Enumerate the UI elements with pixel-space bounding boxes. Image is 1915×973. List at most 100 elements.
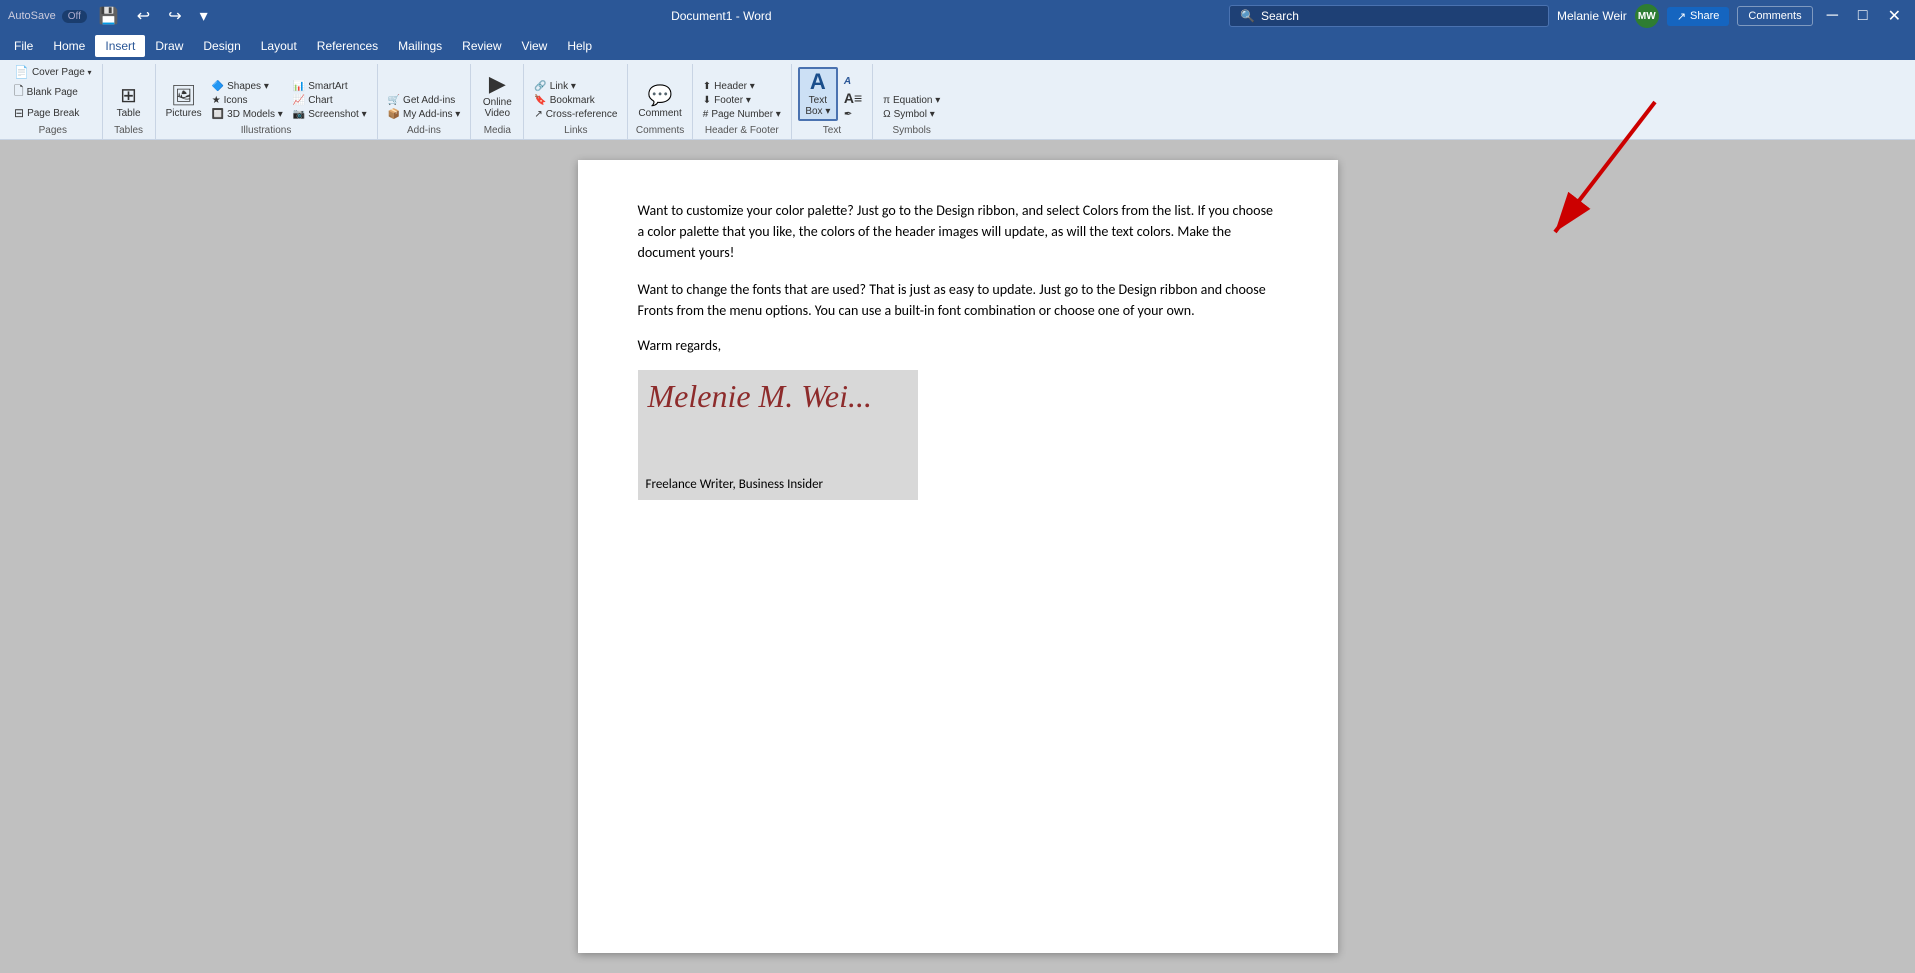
menu-bar: File Home Insert Draw Design Layout Refe… — [0, 32, 1915, 60]
addins-small-group: 🛒 Get Add-ins 📦 My Add-ins ▾ — [384, 94, 465, 121]
cross-reference-button[interactable]: ↗ Cross-reference — [530, 108, 621, 121]
ribbon-group-text: A TextBox ▾ A A≡ ✒ Text — [792, 64, 873, 139]
page-break-button[interactable]: ⊟ Page Break — [10, 105, 96, 121]
illustrations-small-group: 🔷 Shapes ▾ ★ Icons 🔲 3D Models ▾ — [208, 80, 287, 121]
paragraph-1[interactable]: Want to customize your color palette? Ju… — [638, 200, 1278, 263]
page-number-button[interactable]: # Page Number ▾ — [699, 108, 785, 121]
chart-icon: 📈 — [293, 95, 305, 106]
pictures-button[interactable]: 🖼 Pictures — [162, 84, 206, 121]
online-video-button[interactable]: ▶ OnlineVideo — [477, 71, 517, 121]
comment-button[interactable]: 💬 Comment — [634, 84, 685, 121]
header-footer-small-group: ⬆ Header ▾ ⬇ Footer ▾ # Page Number ▾ — [699, 80, 785, 121]
footer-button[interactable]: ⬇ Footer ▾ — [699, 94, 785, 107]
pictures-label: Pictures — [166, 108, 202, 119]
drop-cap-icon: A≡ — [844, 90, 862, 106]
redo-button[interactable]: ↪ — [162, 6, 187, 26]
blank-page-button[interactable]: 🗋 Blank Page — [10, 81, 96, 104]
customize-toolbar-button[interactable]: ▾ — [194, 6, 214, 26]
online-video-icon: ▶ — [489, 73, 506, 95]
equation-button[interactable]: π Equation ▾ — [879, 94, 944, 107]
paragraph-2[interactable]: Want to change the fonts that are used? … — [638, 279, 1278, 321]
autosave-toggle[interactable]: Off — [62, 10, 87, 23]
maximize-button[interactable]: □ — [1852, 7, 1874, 25]
signature-line-button[interactable]: ✒ — [840, 108, 866, 121]
doc-title: Document1 - Word — [671, 9, 771, 23]
smartart-button[interactable]: 📊 SmartArt — [289, 80, 371, 93]
title-bar-center: Document1 - Word — [222, 9, 1221, 23]
drop-cap-button[interactable]: A≡ — [840, 89, 866, 107]
menu-draw[interactable]: Draw — [145, 35, 193, 57]
addins-group-label: Add-ins — [384, 123, 465, 139]
menu-view[interactable]: View — [512, 35, 558, 57]
screenshot-button[interactable]: 📷 Screenshot ▾ — [289, 108, 371, 121]
comments-buttons: 💬 Comment — [634, 64, 685, 123]
bookmark-icon: 🔖 — [534, 95, 546, 106]
title-bar-right: Melanie Weir MW ↗ Share Comments ─ □ ✕ — [1557, 4, 1907, 28]
header-label: Header ▾ — [714, 81, 755, 92]
media-group-label: Media — [477, 123, 517, 139]
comments-button[interactable]: Comments — [1737, 6, 1812, 26]
undo-button[interactable]: ↩ — [131, 6, 156, 26]
page-break-icon: ⊟ — [14, 106, 24, 120]
word-art-icon: A — [844, 76, 851, 87]
bookmark-label: Bookmark — [550, 95, 595, 106]
share-button[interactable]: ↗ Share — [1667, 7, 1730, 26]
close-button[interactable]: ✕ — [1882, 6, 1907, 26]
user-avatar: MW — [1635, 4, 1659, 28]
user-initials: MW — [1638, 11, 1656, 22]
text-box-button[interactable]: A TextBox ▾ — [798, 67, 838, 121]
menu-file[interactable]: File — [4, 35, 43, 57]
get-addins-label: Get Add-ins — [403, 95, 455, 106]
text-small-group: A A≡ ✒ — [840, 75, 866, 121]
menu-insert[interactable]: Insert — [95, 35, 145, 57]
signature-title: Freelance Writer, Business Insider — [646, 477, 824, 492]
autosave-label: AutoSave — [8, 10, 56, 22]
symbol-button[interactable]: Ω Symbol ▾ — [879, 108, 944, 121]
menu-references[interactable]: References — [307, 35, 388, 57]
menu-help[interactable]: Help — [557, 35, 602, 57]
title-bar-left: AutoSave Off 💾 ↩ ↪ ▾ — [8, 6, 214, 26]
share-icon: ↗ — [1677, 10, 1686, 23]
3d-models-button[interactable]: 🔲 3D Models ▾ — [208, 108, 287, 121]
symbols-buttons: π Equation ▾ Ω Symbol ▾ — [879, 64, 944, 123]
cross-reference-label: Cross-reference — [546, 109, 618, 120]
3d-models-icon: 🔲 — [212, 109, 224, 120]
text-group-label: Text — [798, 123, 866, 139]
user-name: Melanie Weir — [1557, 9, 1627, 23]
menu-layout[interactable]: Layout — [251, 35, 307, 57]
blank-page-label: Blank Page — [27, 87, 78, 98]
page-number-icon: # — [703, 109, 709, 120]
menu-mailings[interactable]: Mailings — [388, 35, 452, 57]
icons-button[interactable]: ★ Icons — [208, 94, 287, 107]
comments-label: Comments — [1748, 10, 1801, 22]
menu-design[interactable]: Design — [193, 35, 250, 57]
symbols-small-group: π Equation ▾ Ω Symbol ▾ — [879, 94, 944, 121]
my-addins-button[interactable]: 📦 My Add-ins ▾ — [384, 108, 465, 121]
cover-page-button[interactable]: 📄 Cover Page ▾ — [10, 64, 96, 80]
3d-models-label: 3D Models ▾ — [227, 109, 283, 120]
header-footer-buttons: ⬆ Header ▾ ⬇ Footer ▾ # Page Number ▾ — [699, 64, 785, 123]
save-button[interactable]: 💾 — [93, 6, 125, 26]
table-button[interactable]: ⊞ Table — [109, 84, 149, 121]
chart-button[interactable]: 📈 Chart — [289, 94, 371, 107]
get-addins-button[interactable]: 🛒 Get Add-ins — [384, 94, 465, 107]
link-button[interactable]: 🔗 Link ▾ — [530, 80, 621, 93]
ribbon-group-tables: ⊞ Table Tables — [103, 64, 156, 139]
closing-text[interactable]: Warm regards, — [638, 337, 1278, 354]
text-buttons: A TextBox ▾ A A≡ ✒ — [798, 64, 866, 123]
menu-review[interactable]: Review — [452, 35, 511, 57]
shapes-button[interactable]: 🔷 Shapes ▾ — [208, 80, 287, 93]
text-box-icon: A — [810, 71, 826, 93]
header-button[interactable]: ⬆ Header ▾ — [699, 80, 785, 93]
bookmark-button[interactable]: 🔖 Bookmark — [530, 94, 621, 107]
signature-line-icon: ✒ — [844, 109, 852, 120]
screenshot-label: Screenshot ▾ — [308, 109, 366, 120]
page-number-label: Page Number ▾ — [711, 109, 781, 120]
minimize-button[interactable]: ─ — [1821, 7, 1844, 25]
search-box[interactable]: 🔍 Search — [1229, 5, 1549, 27]
smartart-icon: 📊 — [293, 81, 305, 92]
word-art-button[interactable]: A — [840, 75, 866, 88]
menu-home[interactable]: Home — [43, 35, 95, 57]
addins-buttons: 🛒 Get Add-ins 📦 My Add-ins ▾ — [384, 64, 465, 123]
document-page: Want to customize your color palette? Ju… — [578, 160, 1338, 953]
